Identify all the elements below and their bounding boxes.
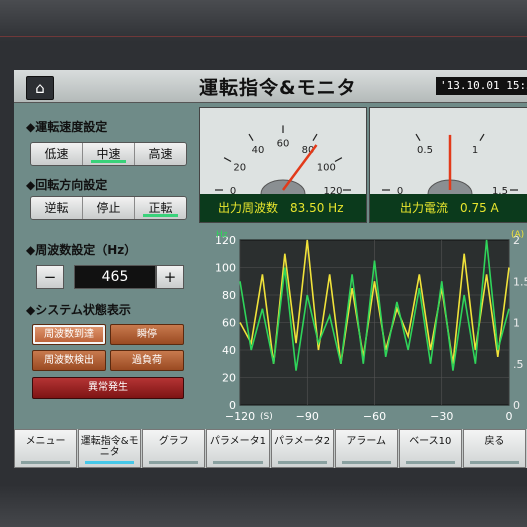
y-right-unit: (A) <box>511 230 524 240</box>
speed-label: ◆運転速度設定 <box>26 120 108 134</box>
gauge-tick-label: 1.5 <box>492 186 508 194</box>
tab-menu[interactable]: メニュー <box>14 429 78 468</box>
current-meter: 0 0.5 1 1.5 出力電流 0.75 A <box>369 107 527 223</box>
status-freq-detect: 周波数検出 <box>32 350 106 371</box>
y-left-tick-label: 40 <box>222 344 236 357</box>
direction-selector: 逆転 停止 正転 <box>30 196 187 220</box>
x-tick-label: −30 <box>430 410 453 423</box>
status-freq-reached: 周波数到達 <box>32 324 106 345</box>
frequency-plus-button[interactable]: + <box>156 265 184 289</box>
status-power-loss: 瞬停 <box>110 324 184 345</box>
gauge-tick-label: 60 <box>277 139 290 150</box>
y-left-unit: Hz <box>216 230 228 240</box>
forward-button[interactable]: 正転 <box>135 197 186 219</box>
reverse-button[interactable]: 逆転 <box>31 197 83 219</box>
home-icon[interactable]: ⌂ <box>26 76 54 100</box>
gauge-tick-label: 1 <box>472 145 478 156</box>
trend-chart-svg: 0204060801001200.511.52−120−90−60−300Hz(… <box>215 230 527 423</box>
gauge-tick-label: 0 <box>230 186 236 194</box>
bezel-trim <box>0 36 527 37</box>
speed-low-button[interactable]: 低速 <box>31 143 83 165</box>
page-title: 運転指令&モニタ <box>199 77 357 99</box>
current-readout: 出力電流 0.75 A <box>370 194 527 222</box>
gauge-tick-label: 0 <box>397 186 403 194</box>
y-left-tick-label: 80 <box>222 289 236 302</box>
speed-high-button[interactable]: 高速 <box>135 143 186 165</box>
hmi-screen: ⌂ 運転指令&モニタ '13.10.01 15:5 ◆運転速度設定 低速 中速 … <box>14 70 527 468</box>
y-left-tick-label: 60 <box>222 317 236 330</box>
x-unit: (S) <box>260 412 273 422</box>
alarm-indicator: 異常発生 <box>32 377 184 399</box>
tab-graph[interactable]: グラフ <box>142 429 206 468</box>
frequency-input[interactable]: 465 <box>74 265 156 289</box>
gauge-tick-label: 0.5 <box>417 145 433 156</box>
frequency-gauge: 020406080100120 <box>200 108 366 209</box>
tab-operation-monitor[interactable]: 運転指令&モニタ <box>78 429 142 468</box>
frequency-meter: 0 20 40 60 80 100 120 出力周波数 83.50 Hz <box>199 107 367 223</box>
tab-alarm[interactable]: アラーム <box>334 429 398 468</box>
stop-button[interactable]: 停止 <box>83 197 135 219</box>
frequency-minus-button[interactable]: − <box>36 265 64 289</box>
y-left-tick-label: 100 <box>215 262 236 275</box>
x-tick-label: −120 <box>225 410 255 423</box>
x-tick-label: −90 <box>296 410 319 423</box>
trend-chart: 0204060801001200.511.52−120−90−60−300Hz(… <box>204 226 527 426</box>
tab-back[interactable]: 戻る <box>462 429 526 468</box>
direction-label: ◆回転方向設定 <box>26 178 108 192</box>
y-right-tick-label: 1 <box>513 317 520 330</box>
gauge-tick-label: 120 <box>323 186 342 194</box>
datetime-display: '13.10.01 15:5 <box>436 77 527 95</box>
speed-mid-button[interactable]: 中速 <box>83 143 135 165</box>
y-right-tick-label: .5 <box>513 358 524 371</box>
x-tick-label: −60 <box>363 410 386 423</box>
y-right-tick-label: 0 <box>513 399 520 412</box>
gauge-tick-label: 20 <box>233 162 246 173</box>
header-bar: ⌂ 運転指令&モニタ '13.10.01 15:5 <box>14 70 527 103</box>
speed-selector: 低速 中速 高速 <box>30 142 187 166</box>
system-status-label: ◆システム状態表示 <box>26 303 131 317</box>
x-tick-label: 0 <box>506 410 513 423</box>
y-left-tick-label: 20 <box>222 372 236 385</box>
tab-parameter1[interactable]: パラメータ1 <box>206 429 270 468</box>
frequency-label: ◆周波数設定（Hz） <box>26 243 137 257</box>
gauge-tick-label: 100 <box>317 162 336 173</box>
status-overload: 過負荷 <box>110 350 184 371</box>
frequency-readout: 出力周波数 83.50 Hz <box>200 194 366 222</box>
gauge-tick-label: 40 <box>252 145 265 156</box>
y-right-tick-label: 1.5 <box>513 275 527 288</box>
tab-parameter2[interactable]: パラメータ2 <box>270 429 334 468</box>
tab-bar: メニュー 運転指令&モニタ グラフ パラメータ1 パラメータ2 アラーム ベース… <box>14 429 527 468</box>
tab-base10[interactable]: ベース10 <box>398 429 462 468</box>
current-gauge: 0 0.5 1 1.5 <box>370 108 527 209</box>
